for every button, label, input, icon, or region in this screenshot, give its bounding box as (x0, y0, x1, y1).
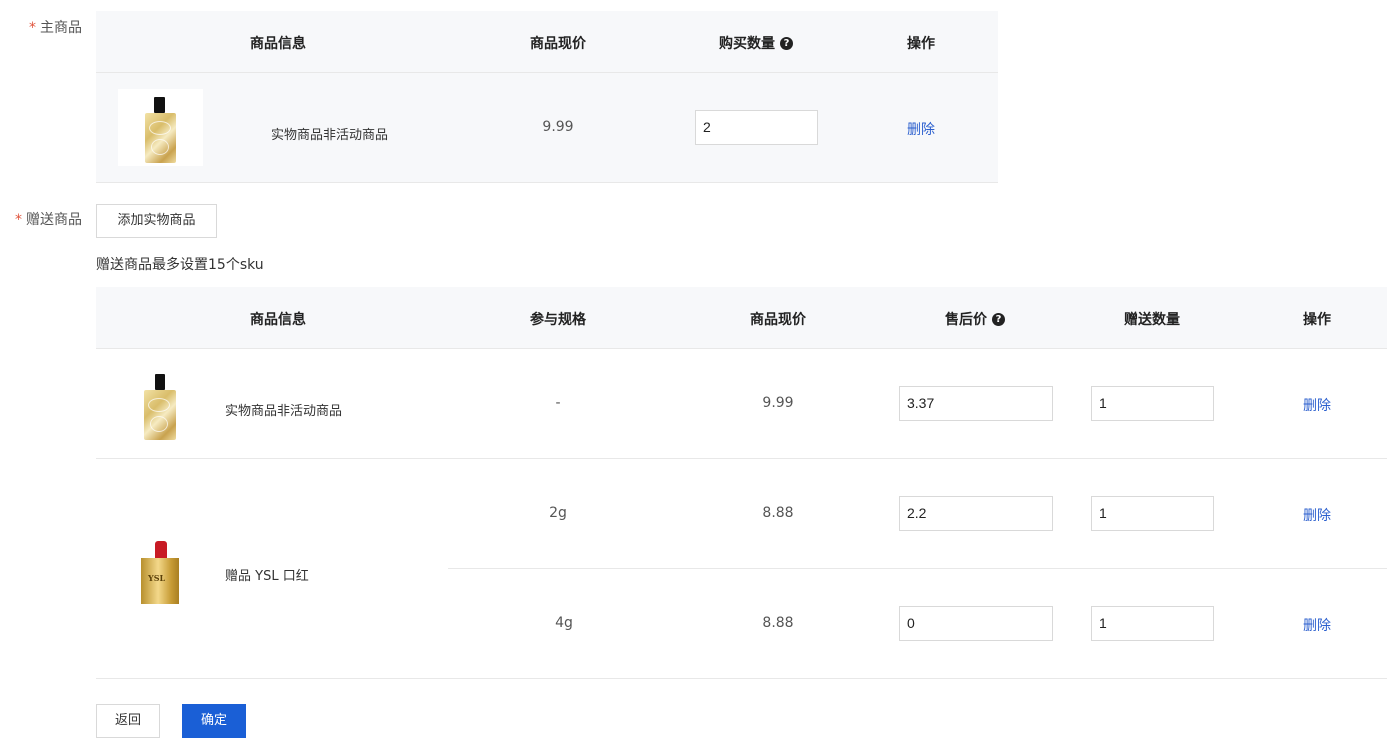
gift-delete-link[interactable]: 删除 (1303, 395, 1331, 415)
main-product-image (118, 89, 203, 166)
gift-qty-input[interactable]: 1 (1091, 496, 1214, 531)
gift-delete-link[interactable]: 删除 (1303, 505, 1331, 525)
gift-spec: 4g (555, 615, 573, 631)
main-delete-link[interactable]: 删除 (907, 119, 935, 139)
after-price-input[interactable]: 0 (899, 606, 1053, 641)
gift-product-image-lipstick: YSL (135, 538, 185, 608)
table-bottom-border (96, 182, 998, 183)
gift-product-name: 实物商品非活动商品 (225, 404, 343, 419)
gift-product-name: 赠品 YSL 口红 (225, 569, 309, 584)
gift-col-qty: 赠送数量 (1124, 312, 1180, 328)
main-qty-input[interactable]: 2 (695, 110, 818, 145)
question-circle-icon[interactable]: ? (992, 312, 1005, 326)
main-product-name: 实物商品非活动商品 (271, 128, 389, 143)
add-physical-product-button[interactable]: 添加实物商品 (96, 204, 217, 238)
gift-col-action: 操作 (1303, 312, 1331, 328)
main-col-price: 商品现价 (530, 36, 586, 52)
gift-limit-hint: 赠送商品最多设置15个sku (96, 257, 264, 273)
main-col-info: 商品信息 (250, 36, 306, 52)
header-divider (96, 72, 998, 73)
gift-col-info: 商品信息 (250, 312, 306, 328)
confirm-button[interactable]: 确定 (182, 704, 246, 738)
gift-spec: - (555, 395, 561, 411)
gift-product-image-perfume (130, 368, 190, 444)
main-product-price: 9.99 (542, 119, 574, 135)
sub-row-divider (448, 568, 1387, 569)
gift-price: 9.99 (762, 395, 794, 411)
gift-product-label: * 赠送商品 (15, 212, 82, 228)
main-product-label: * 主商品 (29, 20, 82, 36)
back-button[interactable]: 返回 (96, 704, 160, 738)
required-mark: * (15, 212, 22, 228)
question-circle-icon[interactable]: ? (780, 36, 793, 50)
required-mark: * (29, 20, 36, 36)
row-divider (96, 458, 1387, 459)
gift-qty-input[interactable]: 1 (1091, 606, 1214, 641)
table-bottom-border (96, 678, 1387, 679)
gift-col-spec: 参与规格 (530, 312, 586, 328)
after-price-input[interactable]: 2.2 (899, 496, 1053, 531)
main-col-action: 操作 (907, 36, 935, 52)
ysl-logo: YSL (148, 573, 166, 583)
gift-price: 8.88 (762, 505, 794, 521)
gift-qty-input[interactable]: 1 (1091, 386, 1214, 421)
gift-header-divider (96, 348, 1387, 349)
after-price-input[interactable]: 3.37 (899, 386, 1053, 421)
gift-col-after-price: 售后价? (945, 309, 1005, 329)
main-col-qty: 购买数量? (719, 33, 793, 53)
gift-spec: 2g (549, 505, 567, 521)
gift-col-price: 商品现价 (750, 312, 806, 328)
gift-delete-link[interactable]: 删除 (1303, 615, 1331, 635)
gift-price: 8.88 (762, 615, 794, 631)
